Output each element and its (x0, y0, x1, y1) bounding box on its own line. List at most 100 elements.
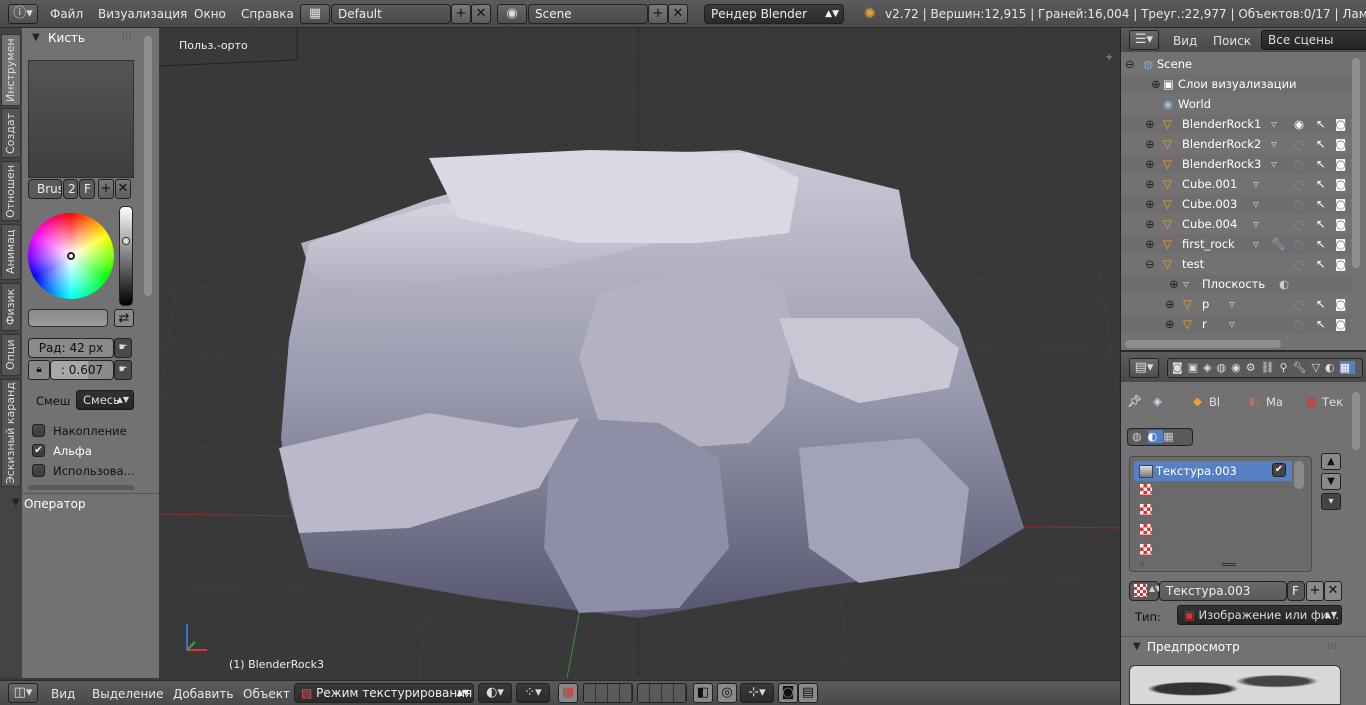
render-camera-icon[interactable]: ◙ (1335, 214, 1346, 234)
empty-texture-slot-icon[interactable] (1139, 523, 1153, 536)
radius-field[interactable]: Рад: 42 px (28, 338, 114, 358)
expand-toggle-icon[interactable]: ⊕ (1145, 154, 1155, 174)
swap-colors-icon[interactable]: ⇄ (114, 309, 134, 327)
texture-fake-user[interactable]: F (1287, 581, 1305, 601)
tab-create[interactable]: Создат (1, 108, 21, 158)
pressure-icon[interactable]: ☛ (114, 338, 132, 358)
select-cursor-icon[interactable]: ↖ (1316, 294, 1326, 314)
menu-help[interactable]: Справка (241, 7, 294, 21)
remove-brush-icon[interactable]: ✕ (115, 179, 131, 199)
screen-layout-field[interactable]: Default (331, 4, 451, 24)
use-checkbox[interactable] (32, 464, 45, 477)
texture-enabled-checkbox[interactable]: ✔ (1272, 463, 1286, 477)
outliner-filter-select[interactable]: Все сцены (1261, 30, 1366, 50)
value-slider[interactable] (119, 206, 133, 306)
outliner-row[interactable]: ⊕ ▽ BlenderRock1 ▿ ◉ ↖ ◙ (1121, 114, 1351, 134)
render-camera-icon[interactable]: ◙ (1335, 134, 1346, 154)
texture-browse-button[interactable]: ▲▼ (1129, 581, 1161, 601)
select-cursor-icon[interactable]: ↖ (1316, 194, 1326, 214)
add-scene-icon[interactable]: + (648, 4, 668, 24)
editor-type-button[interactable]: ⓘ▾ (8, 4, 38, 24)
visibility-eye-icon[interactable]: ◌ (1294, 294, 1304, 314)
tab-relations[interactable]: Отношен (1, 161, 21, 221)
tab-options[interactable]: Опци (1, 334, 21, 376)
mask-icon[interactable]: ▦ (558, 683, 578, 703)
select-cursor-icon[interactable]: ↖ (1316, 114, 1326, 134)
color-swatch[interactable] (28, 309, 108, 327)
rock-mesh[interactable] (279, 150, 1024, 618)
outliner-row[interactable]: ⊕ ▽ first_rock ▿ 🔧︎ ◌ ↖ ◙ (1121, 234, 1351, 254)
brush-panel-header[interactable]: ▼ Кисть ⁞⁞⁞ (22, 28, 159, 48)
properties-context-tabs[interactable]: ◙▣◈◍◉⚙⛓⚲🔧︎▽◐▦ (1167, 358, 1363, 378)
scene-icon[interactable]: ◉ (497, 4, 527, 24)
visibility-eye-icon[interactable]: ◌ (1294, 254, 1304, 274)
slot-list-scrollbar[interactable] (1294, 461, 1304, 489)
outliner-row[interactable]: ⊖ ◍ Scene (1121, 54, 1351, 74)
slot-specials-icon[interactable]: ▾ (1321, 493, 1341, 510)
material-context-icon[interactable]: ◐ (1147, 430, 1164, 443)
brush-users[interactable]: 2 (63, 179, 78, 199)
visibility-eye-icon[interactable]: ◌ (1294, 154, 1304, 174)
color-wheel-cursor[interactable] (67, 252, 75, 260)
screen-layout-icon[interactable]: ▦ (300, 4, 330, 24)
expand-toggle-icon[interactable]: ⊕ (1145, 214, 1155, 234)
outliner-row[interactable]: ⊕ ▽ Cube.003 ▿ ◌ ↖ ◙ (1121, 194, 1351, 214)
menu-window[interactable]: Окно (194, 7, 226, 21)
visibility-eye-icon[interactable]: ◌ (1294, 194, 1304, 214)
mode-select[interactable]: ▨ Режим текстурирования ▲▼ (294, 683, 474, 703)
tab-physics[interactable]: Физик (1, 283, 21, 331)
select-cursor-icon[interactable]: ↖ (1316, 134, 1326, 154)
render-animation-icon[interactable]: ▤ (798, 683, 818, 703)
select-cursor-icon[interactable]: ↖ (1316, 154, 1326, 174)
value-slider-handle[interactable] (122, 237, 130, 245)
outliner-scrollbar-v[interactable] (1352, 58, 1360, 268)
outliner-row[interactable]: ⊕ ▽ Cube.004 ▿ ◌ ↖ ◙ (1121, 214, 1351, 234)
outliner-view-menu[interactable]: Вид (1173, 34, 1197, 48)
visibility-eye-icon[interactable]: ◌ (1294, 214, 1304, 234)
select-cursor-icon[interactable]: ↖ (1316, 214, 1326, 234)
layer-buttons-2[interactable] (637, 683, 687, 703)
brush-preview[interactable] (28, 60, 134, 178)
snap-icon[interactable]: ⊹▾ (740, 683, 774, 703)
render-camera-icon[interactable]: ◙ (1335, 234, 1346, 254)
drag-handle-icon[interactable]: ⁞⁞⁞ (1327, 641, 1337, 652)
blend-select[interactable]: Смесь ▲▼ (76, 390, 134, 410)
outliner-editor-icon[interactable]: ☰▾ (1129, 30, 1159, 50)
move-slot-up-icon[interactable]: ▲ (1321, 453, 1341, 470)
brush-fake-user[interactable]: F (79, 179, 95, 199)
render-camera-icon[interactable]: ◙ (1335, 254, 1346, 274)
viewport-shading-icon[interactable]: ◐▾ (478, 683, 512, 703)
operator-panel-header[interactable]: ▼ Оператор (12, 494, 159, 514)
properties-scrollbar[interactable] (1352, 392, 1360, 450)
menu-select[interactable]: Выделение (92, 687, 163, 701)
move-slot-down-icon[interactable]: ▼ (1321, 473, 1341, 490)
pivot-point-icon[interactable]: ⁘▾ (516, 683, 550, 703)
menu-add[interactable]: Добавить (173, 687, 233, 701)
expand-toggle-icon[interactable]: ⊕ (1165, 294, 1175, 314)
texture-tab-icon[interactable]: ▦ (1339, 361, 1356, 374)
properties-editor-icon[interactable]: ▤▾ (1129, 358, 1159, 378)
texture-name-field[interactable]: Текстура.003 (1159, 581, 1287, 601)
strength-pressure-icon[interactable]: ☛ (114, 360, 132, 380)
expand-toggle-icon[interactable]: ⊕ (1169, 274, 1179, 294)
remove-screen-icon[interactable]: ✕ (471, 4, 491, 24)
viewport-editor-icon[interactable]: ◫▾ (8, 683, 38, 703)
outliner-search-menu[interactable]: Поиск (1213, 34, 1251, 48)
outliner-row[interactable]: ⊕ ▽ BlenderRock2 ▿ ◌ ↖ ◙ (1121, 134, 1351, 154)
texture-type-select[interactable]: ▣ Изображение или фи... ▲▼ (1177, 605, 1342, 625)
visibility-eye-icon[interactable]: ◉ (1294, 114, 1304, 134)
scrollbar[interactable] (144, 36, 152, 296)
visibility-eye-icon[interactable]: ◌ (1294, 174, 1304, 194)
empty-texture-slot-icon[interactable] (1139, 483, 1153, 496)
render-camera-icon[interactable]: ◙ (1335, 114, 1346, 134)
expand-toggle-icon[interactable]: ⊖ (1145, 254, 1155, 274)
expand-toggle-icon[interactable]: ⊕ (1145, 174, 1155, 194)
strength-field[interactable]: : 0.607 (50, 360, 114, 380)
render-engine-select[interactable]: Рендер Blender ▲▼ (704, 4, 844, 24)
outliner-row[interactable]: ◉ World (1121, 94, 1351, 114)
pin-icon[interactable]: 📌︎ (1127, 394, 1142, 408)
outliner-scrollbar-h[interactable] (1125, 340, 1281, 348)
add-brush-icon[interactable]: + (98, 179, 114, 199)
menu-object[interactable]: Объект (243, 687, 290, 701)
outliner-row[interactable]: ⊖ ▽ test ◌ ↖ ◙ (1121, 254, 1351, 274)
